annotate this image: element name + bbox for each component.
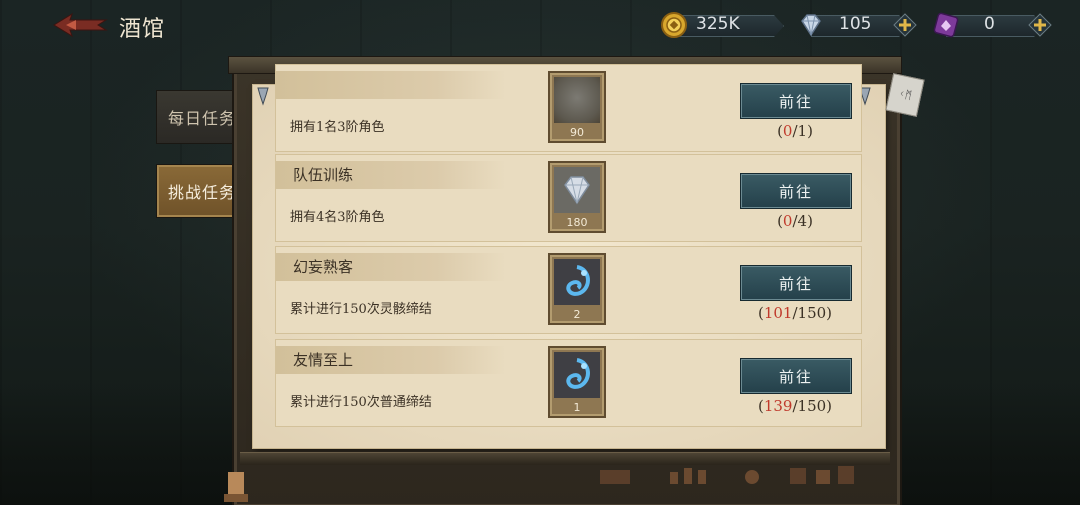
progress-current: 0 bbox=[782, 212, 793, 230]
blue-swirl-reward-icon bbox=[554, 259, 600, 305]
progress-total: 150 bbox=[797, 304, 827, 322]
progress-current: 139 bbox=[763, 397, 793, 415]
purple-ticket-icon bbox=[933, 12, 959, 38]
reward-count: 90 bbox=[570, 126, 584, 139]
diamond-value: 105 bbox=[839, 14, 872, 34]
diamond-icon bbox=[801, 14, 821, 37]
gold-counter: 325K bbox=[660, 11, 786, 39]
page-title: 酒馆 bbox=[119, 17, 166, 42]
diamond-reward-icon bbox=[554, 167, 600, 213]
go-button[interactable]: 前往 bbox=[740, 265, 852, 301]
task-description: 拥有4名3阶角色 bbox=[290, 210, 385, 225]
go-button[interactable]: 前往 bbox=[740, 173, 852, 209]
diamond-counter: 105 bbox=[797, 11, 921, 39]
task-name: 幻妄熟客 bbox=[293, 258, 354, 276]
add-diamond-button[interactable] bbox=[893, 13, 917, 37]
reward-card: 2 bbox=[548, 253, 606, 325]
task-progress: (139/150) bbox=[757, 397, 833, 415]
progress-total: 4 bbox=[797, 212, 808, 230]
task-progress: (101/150) bbox=[757, 304, 833, 322]
go-button[interactable]: 前往 bbox=[740, 83, 852, 119]
pin-icon bbox=[257, 87, 269, 106]
candle-icon bbox=[224, 472, 248, 502]
reward-card: 90 bbox=[548, 71, 606, 143]
reward-art bbox=[554, 77, 600, 123]
ticket-value: 0 bbox=[984, 14, 995, 34]
task-row: 幻妄熟客 累计进行150次灵骸缔结 2 前往 (101/150) bbox=[275, 246, 862, 334]
task-description: 累计进行150次灵骸缔结 bbox=[290, 302, 432, 317]
task-row: 队伍训练 拥有4名3阶角色 180 前往 (0/4) bbox=[275, 154, 862, 242]
reward-card: 1 bbox=[548, 346, 606, 418]
task-name: 友情至上 bbox=[293, 351, 354, 369]
blue-swirl-reward-icon bbox=[554, 352, 600, 398]
go-button[interactable]: 前往 bbox=[740, 358, 852, 394]
progress-total: 1 bbox=[797, 122, 808, 140]
add-ticket-button[interactable] bbox=[1028, 13, 1052, 37]
task-row: 拥有1名3阶角色 90 前往 (0/1) bbox=[275, 64, 862, 152]
progress-current: 0 bbox=[782, 122, 793, 140]
task-name: 队伍训练 bbox=[293, 166, 354, 184]
coin-icon bbox=[661, 12, 687, 38]
reward-count: 1 bbox=[573, 401, 581, 414]
tavern-screen: 酒馆 325K 105 0 每日任务 挑战任务 ᚲᛗ 拥有1名3阶角色 90 前… bbox=[0, 0, 1080, 505]
gold-value: 325K bbox=[696, 14, 740, 34]
reward-count: 2 bbox=[573, 308, 581, 321]
shelf-trinkets-icon bbox=[600, 466, 854, 484]
progress-current: 101 bbox=[763, 304, 793, 322]
reward-count: 180 bbox=[566, 216, 588, 229]
task-description: 拥有1名3阶角色 bbox=[290, 120, 385, 135]
progress-total: 150 bbox=[797, 397, 827, 415]
task-description: 累计进行150次普通缔结 bbox=[290, 395, 432, 410]
back-arrow-icon[interactable] bbox=[52, 10, 110, 40]
ticket-counter: 0 bbox=[932, 11, 1056, 39]
task-progress: (0/1) bbox=[777, 122, 813, 140]
task-progress: (0/4) bbox=[777, 212, 813, 230]
task-name-band bbox=[276, 71, 506, 99]
reward-card: 180 bbox=[548, 161, 606, 233]
task-row: 友情至上 累计进行150次普通缔结 1 前往 (139/150) bbox=[275, 339, 862, 427]
